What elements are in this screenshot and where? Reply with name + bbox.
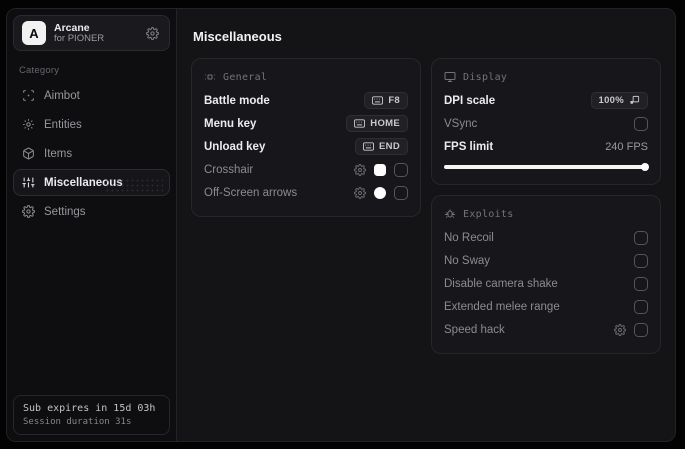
app-window: A Arcane for PIONER Category Aimbot Enti… xyxy=(6,8,676,442)
sidebar-item-miscellaneous[interactable]: Miscellaneous xyxy=(13,169,170,196)
monitor-icon xyxy=(444,71,456,83)
display-card-header: Display xyxy=(444,71,648,83)
no-sway-label: No Sway xyxy=(444,254,491,267)
crosshair-label: Crosshair xyxy=(204,163,254,176)
general-card-title: General xyxy=(223,71,268,83)
no-recoil-label: No Recoil xyxy=(444,231,494,244)
exploits-card-header: Exploits xyxy=(444,208,648,220)
bug-icon xyxy=(444,208,456,220)
keyboard-icon xyxy=(363,142,375,151)
speed-hack-checkbox[interactable] xyxy=(634,322,648,337)
no-sway-row: No Sway xyxy=(444,249,648,272)
dpi-scale-value: 100% xyxy=(598,95,624,106)
fps-slider-fill xyxy=(444,165,645,169)
dpi-scale-label: DPI scale xyxy=(444,94,496,107)
keybind-value: END xyxy=(379,141,400,152)
no-recoil-checkbox[interactable] xyxy=(634,230,648,245)
offscreen-arrows-color-swatch[interactable] xyxy=(374,186,386,199)
brand-title: Arcane xyxy=(54,21,90,34)
fps-limit-label: FPS limit xyxy=(444,140,494,153)
brand-card: A Arcane for PIONER xyxy=(13,15,170,51)
vsync-label: VSync xyxy=(444,117,478,130)
list-icon xyxy=(204,71,216,83)
brand-settings-button[interactable] xyxy=(144,25,161,42)
entities-icon xyxy=(22,118,35,131)
gear-icon xyxy=(22,205,35,218)
no-recoil-row: No Recoil xyxy=(444,226,648,249)
offscreen-arrows-checkbox[interactable] xyxy=(394,185,408,200)
battle-mode-keybind-button[interactable]: F8 xyxy=(364,92,408,109)
session-duration-text: Session duration 31s xyxy=(23,417,132,427)
main-content: Miscellaneous General Battle mode F8 Men… xyxy=(177,9,675,441)
fps-slider-thumb[interactable] xyxy=(640,163,649,171)
crosshair-color-swatch[interactable] xyxy=(374,163,386,176)
extended-melee-range-label: Extended melee range xyxy=(444,300,560,313)
brand-text: Arcane for PIONER xyxy=(54,22,136,45)
keyboard-icon xyxy=(372,96,384,105)
general-card: General Battle mode F8 Menu key HOME Unl… xyxy=(191,58,421,217)
box-icon xyxy=(22,147,35,160)
dpi-scale-select[interactable]: 100% xyxy=(590,92,648,109)
category-label: Category xyxy=(19,65,60,76)
exploits-card-title: Exploits xyxy=(463,208,514,220)
subscription-card: Sub expires in 15d 03h Session duration … xyxy=(13,395,170,435)
general-card-header: General xyxy=(204,71,408,83)
offscreen-arrows-label: Off-Screen arrows xyxy=(204,186,298,199)
speed-hack-settings-gear-icon[interactable] xyxy=(614,323,626,336)
vsync-checkbox[interactable] xyxy=(634,116,648,131)
menu-key-label: Menu key xyxy=(204,117,257,130)
sidebar-item-label: Entities xyxy=(44,118,82,131)
speed-hack-label: Speed hack xyxy=(444,323,505,336)
crosshair-settings-gear-icon[interactable] xyxy=(354,163,366,176)
sub-expires-text: Sub expires in 15d 03h xyxy=(23,403,156,414)
crosshair-icon xyxy=(22,89,35,102)
menu-key-row: Menu key HOME xyxy=(204,112,408,135)
menu-key-keybind-button[interactable]: HOME xyxy=(346,115,408,132)
fps-limit-value: 240 FPS xyxy=(605,140,648,153)
app-logo: A xyxy=(22,21,46,45)
disable-camera-shake-row: Disable camera shake xyxy=(444,272,648,295)
sidebar-item-label: Miscellaneous xyxy=(44,176,123,189)
fps-limit-row: FPS limit 240 FPS xyxy=(444,135,648,158)
sidebar-item-label: Aimbot xyxy=(44,89,80,102)
exploits-card: Exploits No Recoil No Sway Disable camer… xyxy=(431,195,661,354)
battle-mode-row: Battle mode F8 xyxy=(204,89,408,112)
keybind-value: HOME xyxy=(370,118,400,129)
offscreen-arrows-settings-gear-icon[interactable] xyxy=(354,186,366,199)
unload-key-label: Unload key xyxy=(204,140,266,153)
brand-subtitle: for PIONER xyxy=(54,32,105,44)
keybind-value: F8 xyxy=(388,95,400,106)
sidebar-item-entities[interactable]: Entities xyxy=(13,111,170,138)
sliders-icon xyxy=(22,176,35,189)
vsync-row: VSync xyxy=(444,112,648,135)
display-card-title: Display xyxy=(463,71,508,83)
disable-camera-shake-label: Disable camera shake xyxy=(444,277,558,290)
sidebar-item-label: Settings xyxy=(44,205,86,218)
screen: A Arcane for PIONER Category Aimbot Enti… xyxy=(0,0,685,449)
extended-melee-range-checkbox[interactable] xyxy=(634,299,648,314)
sidebar-nav: Aimbot Entities Items Miscellaneous Sett… xyxy=(13,82,170,225)
offscreen-arrows-row: Off-Screen arrows xyxy=(204,181,408,204)
sidebar-item-settings[interactable]: Settings xyxy=(13,198,170,225)
extended-melee-range-row: Extended melee range xyxy=(444,295,648,318)
page-title: Miscellaneous xyxy=(193,29,282,44)
unload-key-keybind-button[interactable]: END xyxy=(355,138,408,155)
sidebar-item-aimbot[interactable]: Aimbot xyxy=(13,82,170,109)
sidebar-item-items[interactable]: Items xyxy=(13,140,170,167)
disable-camera-shake-checkbox[interactable] xyxy=(634,276,648,291)
sidebar-item-label: Items xyxy=(44,147,73,160)
sidebar: A Arcane for PIONER Category Aimbot Enti… xyxy=(7,9,177,441)
crosshair-checkbox[interactable] xyxy=(394,162,408,177)
scale-icon xyxy=(629,95,640,106)
battle-mode-label: Battle mode xyxy=(204,94,270,107)
gear-icon xyxy=(146,26,159,40)
no-sway-checkbox[interactable] xyxy=(634,253,648,268)
keyboard-icon xyxy=(354,119,366,128)
unload-key-row: Unload key END xyxy=(204,135,408,158)
fps-limit-slider[interactable] xyxy=(444,162,649,172)
dpi-scale-row: DPI scale 100% xyxy=(444,89,648,112)
speed-hack-row: Speed hack xyxy=(444,318,648,341)
display-card: Display DPI scale 100% VSync FPS limit 2… xyxy=(431,58,661,185)
crosshair-row: Crosshair xyxy=(204,158,408,181)
